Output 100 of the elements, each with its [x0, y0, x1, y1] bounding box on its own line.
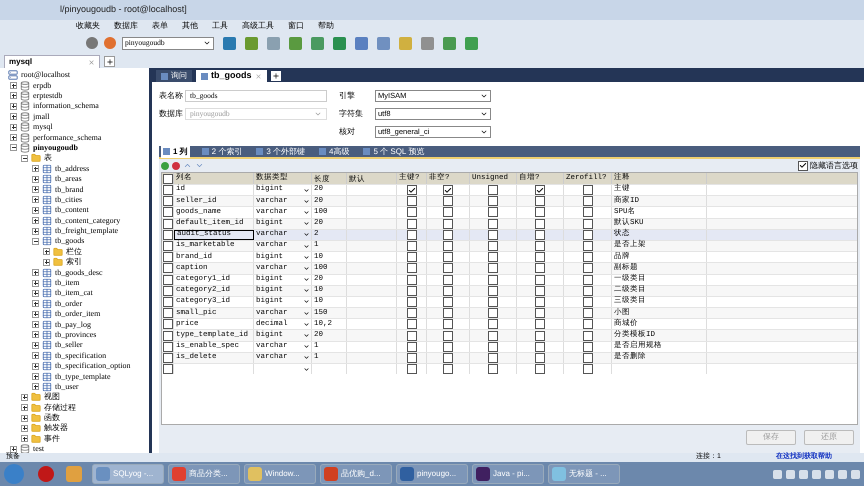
checkbox[interactable]: [488, 364, 498, 374]
tree-item[interactable]: 视图: [44, 391, 60, 404]
checkbox[interactable]: [443, 286, 453, 296]
checkbox[interactable]: [582, 286, 592, 296]
tree-item[interactable]: tb_content_category: [55, 214, 120, 227]
checkbox[interactable]: [488, 352, 498, 363]
checkbox[interactable]: [443, 241, 453, 252]
checkbox[interactable]: [162, 207, 172, 218]
checkbox[interactable]: [535, 218, 545, 229]
sub-tab[interactable]: 2 个索引: [200, 146, 244, 158]
toolbar-icon[interactable]: [289, 36, 302, 50]
checkbox[interactable]: [798, 160, 808, 170]
checkbox[interactable]: [488, 196, 498, 206]
tree-item[interactable]: tb_type_template: [55, 370, 111, 383]
checkbox[interactable]: [488, 308, 498, 318]
checkbox[interactable]: [488, 330, 498, 341]
expand-toggle[interactable]: [32, 310, 39, 318]
expand-toggle[interactable]: [32, 362, 39, 370]
expand-toggle[interactable]: [32, 206, 39, 214]
menu-item[interactable]: 帮助: [318, 20, 334, 32]
expand-toggle[interactable]: [32, 300, 39, 308]
close-icon[interactable]: [88, 58, 95, 66]
expand-toggle[interactable]: [10, 446, 17, 453]
checkbox[interactable]: [582, 241, 592, 252]
checkbox[interactable]: [488, 207, 498, 218]
tree-item[interactable]: tb_specification: [55, 350, 106, 362]
tree-item[interactable]: tb_order_item: [55, 308, 100, 320]
checkbox[interactable]: [162, 286, 172, 296]
expand-toggle[interactable]: [32, 165, 39, 172]
tree-item[interactable]: erpdb: [33, 80, 52, 92]
checkbox[interactable]: [162, 274, 172, 285]
checkbox[interactable]: [535, 286, 545, 296]
expand-toggle[interactable]: [32, 290, 39, 297]
menu-item[interactable]: 窗口: [288, 20, 304, 32]
expand-toggle[interactable]: [10, 113, 17, 120]
tree-item[interactable]: 存储过程: [44, 402, 76, 414]
checkbox[interactable]: [162, 241, 172, 252]
expand-toggle[interactable]: [32, 186, 39, 193]
checkbox[interactable]: [535, 330, 545, 341]
expand-toggle[interactable]: [32, 352, 39, 360]
checkbox[interactable]: [488, 342, 498, 352]
checkbox[interactable]: [535, 185, 545, 196]
checkbox[interactable]: [443, 263, 453, 274]
checkbox[interactable]: [535, 319, 545, 330]
checkbox[interactable]: [406, 296, 416, 307]
expand-toggle[interactable]: [32, 217, 39, 224]
checkbox[interactable]: [162, 218, 172, 229]
tree-item[interactable]: 索引: [66, 256, 82, 268]
expand-toggle[interactable]: [32, 280, 39, 286]
tree-item[interactable]: root@localhost: [21, 69, 70, 82]
toolbar-icon[interactable]: [311, 36, 324, 50]
expand-toggle[interactable]: [21, 435, 28, 442]
checkbox[interactable]: [443, 364, 453, 374]
checkbox[interactable]: [535, 230, 545, 240]
checkbox[interactable]: [535, 241, 545, 252]
menu-item[interactable]: 数据库: [114, 20, 138, 32]
move-up-icon[interactable]: [183, 161, 192, 170]
checkbox[interactable]: [406, 308, 416, 318]
checkbox[interactable]: [488, 241, 498, 252]
expand-toggle[interactable]: [32, 342, 39, 349]
expand-toggle[interactable]: [43, 258, 50, 266]
toolbar-icon[interactable]: [223, 36, 236, 50]
expand-toggle[interactable]: [32, 321, 39, 328]
expand-toggle[interactable]: [32, 228, 39, 235]
checkbox[interactable]: [535, 364, 545, 374]
checkbox[interactable]: [406, 319, 416, 330]
checkbox[interactable]: [162, 185, 172, 196]
collapse-toggle[interactable]: [10, 144, 17, 152]
checkbox[interactable]: [535, 296, 545, 307]
checkbox[interactable]: [406, 286, 416, 296]
checkbox[interactable]: [535, 308, 545, 318]
expand-toggle[interactable]: [21, 404, 28, 412]
checkbox[interactable]: [162, 296, 172, 307]
checkbox[interactable]: [406, 196, 416, 206]
menu-item[interactable]: 高级工具: [242, 20, 274, 32]
tree-item[interactable]: tb_provinces: [55, 328, 96, 341]
tree-item[interactable]: tb_cities: [55, 194, 82, 206]
tree-item[interactable]: tb_areas: [55, 173, 82, 186]
toolbar-icon[interactable]: [333, 36, 346, 50]
checkbox[interactable]: [406, 364, 416, 374]
checkbox[interactable]: [406, 352, 416, 363]
editor-tab[interactable]: 询问: [156, 70, 192, 82]
checkbox[interactable]: [162, 342, 172, 352]
checkbox[interactable]: [535, 342, 545, 352]
expand-toggle[interactable]: [32, 373, 39, 380]
toolbar-icon[interactable]: [421, 36, 434, 50]
toolbar-icon[interactable]: [355, 36, 368, 50]
checkbox[interactable]: [406, 241, 416, 252]
toolbar-icon[interactable]: [377, 36, 390, 50]
checkbox[interactable]: [406, 185, 416, 196]
remove-icon[interactable]: [172, 162, 180, 170]
checkbox[interactable]: [488, 185, 498, 196]
expand-toggle[interactable]: [10, 82, 17, 90]
tree-item[interactable]: erptestdb: [33, 90, 62, 102]
checkbox[interactable]: [582, 364, 592, 374]
checkbox[interactable]: [443, 196, 453, 206]
checkbox[interactable]: [535, 263, 545, 274]
add-icon[interactable]: [161, 162, 169, 170]
tree-item[interactable]: 事件: [44, 432, 60, 445]
checkbox[interactable]: [582, 252, 592, 262]
